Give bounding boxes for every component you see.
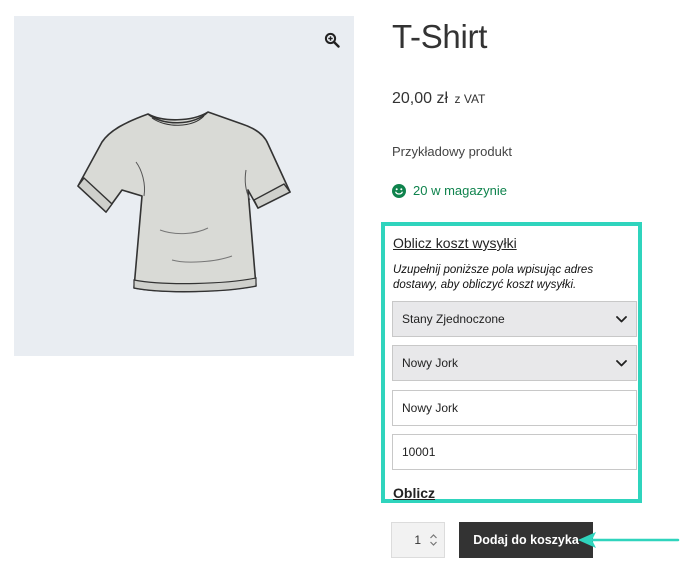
chevron-down-icon — [616, 315, 627, 322]
product-price: 20,00 zł z VAT — [392, 90, 485, 108]
state-select[interactable]: Nowy Jork — [392, 345, 637, 381]
up-down-stepper-icon[interactable] — [429, 533, 438, 547]
price-amount: 20,00 zł — [392, 90, 449, 107]
shipping-calculator: Oblicz koszt wysyłki Uzupełnij poniższe … — [381, 222, 642, 503]
postcode-input[interactable]: 10001 — [392, 434, 637, 470]
chevron-down-icon — [616, 359, 627, 366]
stock-status: 20 w magazynie — [392, 183, 507, 198]
country-select[interactable]: Stany Zjednoczone — [392, 301, 637, 337]
country-value: Stany Zjednoczone — [402, 312, 505, 326]
state-value: Nowy Jork — [402, 356, 459, 370]
shipping-calculator-hint: Uzupełnij poniższe pola wpisując adres d… — [393, 264, 594, 291]
quantity-input[interactable]: 1 — [391, 522, 445, 558]
city-input[interactable]: Nowy Jork — [392, 390, 637, 426]
product-image[interactable] — [14, 16, 354, 356]
product-short-description: Przykładowy produkt — [392, 144, 512, 159]
city-value: Nowy Jork — [402, 401, 459, 415]
arrow-left-icon — [578, 532, 680, 548]
shipping-calculator-toggle[interactable]: Oblicz koszt wysyłki — [393, 235, 517, 251]
postcode-value: 10001 — [402, 445, 436, 459]
zoom-in-icon[interactable] — [324, 32, 340, 48]
price-suffix: z VAT — [454, 92, 486, 106]
product-title: T-Shirt — [392, 18, 488, 55]
t-shirt-illustration — [77, 111, 292, 293]
calculate-shipping-button[interactable]: Oblicz — [393, 485, 435, 501]
quantity-value: 1 — [414, 533, 421, 547]
stock-text: 20 w magazynie — [413, 183, 507, 198]
smiley-icon — [392, 183, 406, 198]
add-to-cart-button[interactable]: Dodaj do koszyka — [459, 522, 593, 558]
